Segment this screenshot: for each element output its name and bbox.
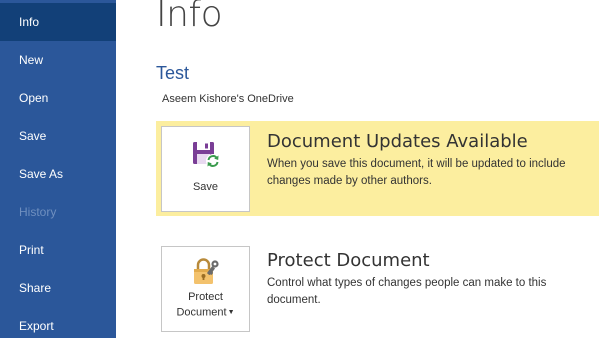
sidebar-item-info[interactable]: Info <box>0 3 116 41</box>
sidebar-item-print[interactable]: Print <box>0 231 116 269</box>
sidebar-item-share[interactable]: Share <box>0 269 116 307</box>
lock-key-icon <box>193 258 219 284</box>
updates-heading: Document Updates Available <box>267 131 528 152</box>
sidebar-item-new[interactable]: New <box>0 41 116 79</box>
protect-document-button[interactable]: Protect Document▼ <box>161 246 250 332</box>
sidebar-item-save-as[interactable]: Save As <box>0 155 116 193</box>
protect-description: Control what types of changes people can… <box>267 277 547 306</box>
page-title: Info <box>156 0 223 35</box>
sidebar-item-save[interactable]: Save <box>0 117 116 155</box>
protect-button-label-line2: Document▼ <box>162 305 249 320</box>
document-name: Test <box>156 63 190 83</box>
sidebar-item-history: History <box>19 205 57 219</box>
save-button-label: Save <box>192 181 219 193</box>
document-location[interactable]: Aseem Kishore's OneDrive <box>162 93 294 105</box>
protect-heading: Protect Document <box>267 250 430 271</box>
sidebar-item-open[interactable]: Open <box>0 79 116 117</box>
backstage-sidebar: Info New Open Save Save As History Print… <box>0 0 116 338</box>
protect-button-label-text: Document <box>176 306 227 319</box>
save-button[interactable]: Save <box>161 126 250 212</box>
updates-description: When you save this document, it will be … <box>267 158 566 187</box>
save-sync-icon <box>192 142 220 168</box>
sidebar-item-export[interactable]: Export <box>0 307 116 338</box>
protect-button-label-line1: Protect <box>188 291 223 303</box>
chevron-down-icon: ▼ <box>227 309 235 316</box>
